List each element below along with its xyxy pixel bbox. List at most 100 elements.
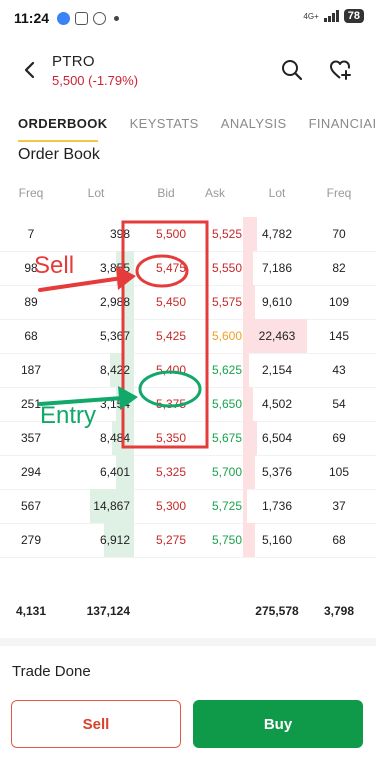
orderbook-row[interactable]: 89 2,988 5,450 5,575 9,610 109	[0, 285, 376, 319]
bid-lot-cell: 8,484	[99, 431, 130, 445]
system-status: 4G+ 78	[303, 9, 364, 23]
ask-lot-cell: 1,736	[261, 499, 293, 513]
orderbook-row[interactable]: 7 398 5,500 5,525 4,782 70	[0, 217, 376, 251]
stock-ticker: PTRO	[52, 53, 95, 70]
status-bar: 11:24 4G+ 78	[0, 0, 376, 36]
ask-freq-cell: 145	[328, 329, 350, 343]
ask-lot-cell: 5,376	[261, 465, 293, 479]
ask-price-cell[interactable]: 5,675	[192, 431, 242, 445]
col-bid-lot: Lot	[87, 186, 105, 200]
sell-button[interactable]: Sell	[11, 700, 181, 748]
ask-price-cell[interactable]: 5,625	[192, 363, 242, 377]
col-ask-freq: Freq	[326, 186, 352, 200]
watchlist-heart-icon[interactable]	[328, 58, 352, 82]
section-divider	[0, 638, 376, 646]
orderbook-row[interactable]: 187 8,422 5,400 5,625 2,154 43	[0, 353, 376, 387]
ask-lot-cell: 5,160	[261, 533, 293, 547]
ask-price-cell[interactable]: 5,750	[192, 533, 242, 547]
col-bid-freq: Freq	[18, 186, 44, 200]
search-icon[interactable]	[280, 58, 304, 82]
ask-freq-cell: 69	[332, 431, 346, 445]
bid-price-cell[interactable]: 5,325	[136, 465, 186, 479]
col-bid: Bid	[157, 186, 175, 200]
sell-annotation-label: Sell	[34, 252, 75, 279]
ask-price-cell[interactable]: 5,525	[192, 227, 242, 241]
bid-price-cell[interactable]: 5,375	[136, 397, 186, 411]
ask-price-cell[interactable]: 5,600	[192, 329, 242, 343]
ask-freq-cell: 37	[332, 499, 346, 513]
ask-price-cell[interactable]: 5,700	[192, 465, 242, 479]
network-type: 4G+	[303, 11, 319, 21]
bid-lot-cell: 14,867	[93, 499, 130, 513]
price-line: 5,500 (-1.79%)	[52, 73, 138, 88]
bid-lot-cell: 6,401	[99, 465, 130, 479]
ask-freq-cell: 82	[332, 261, 346, 275]
ask-lot-cell: 6,504	[261, 431, 293, 445]
ask-price-cell[interactable]: 5,575	[192, 295, 242, 309]
bid-freq-cell: 294	[20, 465, 42, 479]
back-arrow-icon[interactable]	[18, 58, 42, 82]
status-time: 11:24	[14, 10, 50, 26]
bid-freq-cell: 7	[27, 227, 35, 241]
bid-freq-cell: 567	[20, 499, 42, 513]
bid-lot-cell: 6,912	[99, 533, 130, 547]
ask-freq-cell: 109	[328, 295, 350, 309]
row-separator	[0, 557, 376, 558]
orderbook-row[interactable]: 567 14,867 5,300 5,725 1,736 37	[0, 489, 376, 523]
signal-icon	[323, 10, 339, 22]
stock-header: PTRO 5,500 (-1.79%)	[0, 46, 376, 96]
ask-price-cell[interactable]: 5,725	[192, 499, 242, 513]
bid-price-cell[interactable]: 5,400	[136, 363, 186, 377]
active-tab-indicator	[18, 140, 98, 142]
bid-freq-cell: 357	[20, 431, 42, 445]
trade-done-title[interactable]: Trade Done	[12, 663, 91, 680]
ask-lot-cell: 4,782	[261, 227, 293, 241]
bid-price-cell[interactable]: 5,350	[136, 431, 186, 445]
bid-price-cell[interactable]: 5,475	[136, 261, 186, 275]
bid-lot-cell: 5,367	[99, 329, 130, 343]
bid-lot-cell: 8,422	[99, 363, 130, 377]
ask-freq-cell: 105	[328, 465, 350, 479]
ask-lot-cell: 9,610	[261, 295, 293, 309]
app-notification-icon	[57, 11, 71, 25]
buy-button[interactable]: Buy	[193, 700, 363, 748]
bid-lot-cell: 398	[109, 227, 130, 241]
total-bid-lot: 137,124	[86, 604, 130, 618]
more-notifications-icon	[114, 15, 120, 21]
tab-keystats[interactable]: KEYSTATS	[130, 116, 199, 144]
security-icon	[93, 11, 107, 25]
bid-price-cell[interactable]: 5,450	[136, 295, 186, 309]
total-bid-freq: 4,131	[15, 604, 47, 618]
ask-freq-cell: 43	[332, 363, 346, 377]
ask-freq-cell: 54	[332, 397, 346, 411]
bid-freq-cell: 279	[20, 533, 42, 547]
screenshot-icon	[75, 11, 89, 25]
ask-price-cell[interactable]: 5,650	[192, 397, 242, 411]
orderbook-header: Freq Lot Bid Ask Lot Freq	[0, 186, 376, 208]
bid-price-cell[interactable]: 5,300	[136, 499, 186, 513]
orderbook-row[interactable]: 279 6,912 5,275 5,750 5,160 68	[0, 523, 376, 557]
bid-lot-cell: 2,988	[99, 295, 130, 309]
orderbook-row[interactable]: 294 6,401 5,325 5,700 5,376 105	[0, 455, 376, 489]
bid-freq-cell: 89	[24, 295, 38, 309]
battery-icon: 78	[343, 9, 364, 23]
ask-lot-cell: 22,463	[258, 329, 296, 343]
price-change: (-1.79%)	[88, 73, 139, 88]
total-ask-lot: 275,578	[255, 604, 299, 618]
col-ask-lot: Lot	[268, 186, 286, 200]
tab-financials[interactable]: FINANCIAI	[309, 116, 376, 144]
orderbook-row[interactable]: 68 5,367 5,425 5,600 22,463 145	[0, 319, 376, 353]
tab-analysis[interactable]: ANALYSIS	[221, 116, 287, 144]
notification-icons	[57, 11, 120, 25]
section-title: Order Book	[18, 146, 100, 163]
ask-lot-cell: 4,502	[261, 397, 293, 411]
ask-lot-cell: 7,186	[261, 261, 293, 275]
ask-price-cell[interactable]: 5,550	[192, 261, 242, 275]
bid-price-cell[interactable]: 5,500	[136, 227, 186, 241]
orderbook-totals: 4,131 137,124 275,578 3,798	[0, 598, 376, 624]
col-ask: Ask	[204, 186, 225, 200]
ask-freq-cell: 70	[332, 227, 346, 241]
bid-price-cell[interactable]: 5,425	[136, 329, 186, 343]
last-price: 5,500	[52, 73, 85, 88]
bid-price-cell[interactable]: 5,275	[136, 533, 186, 547]
